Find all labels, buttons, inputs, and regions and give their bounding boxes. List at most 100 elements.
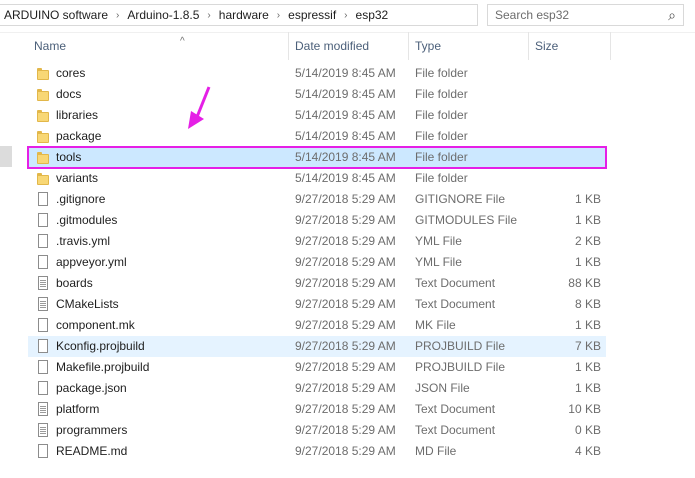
file-date: 9/27/2018 5:29 AM	[295, 234, 396, 248]
file-name: .gitmodules	[56, 213, 118, 227]
column-name-label: Name	[34, 39, 67, 53]
annotation-arrow-icon	[188, 86, 211, 129]
column-size-label: Size	[535, 39, 559, 53]
file-name: boards	[56, 276, 93, 290]
file-date: 5/14/2019 8:45 AM	[295, 150, 396, 164]
file-name: .travis.yml	[56, 234, 110, 248]
file-size	[535, 84, 601, 105]
file-name: platform	[56, 402, 100, 416]
file-type: YML File	[415, 234, 462, 248]
file-size	[535, 168, 601, 189]
file-row[interactable]: platform 9/27/2018 5:29 AM Text Document 10…	[28, 399, 606, 420]
folder-icon	[36, 87, 50, 102]
file-type: File folder	[415, 150, 468, 164]
file-type: File folder	[415, 129, 468, 143]
file-icon	[36, 360, 50, 375]
file-row[interactable]: libraries 5/14/2019 8:45 AM File folder	[28, 105, 606, 126]
file-size: 88 KB	[568, 276, 601, 290]
search-icon[interactable]: ⌕	[661, 7, 683, 24]
breadcrumb-item[interactable]: Arduino-1.8.5	[125, 8, 201, 22]
file-row[interactable]: Kconfig.projbuild 9/27/2018 5:29 AM PROJBU…	[28, 336, 606, 357]
column-header: Name ^ Date modified Type Size	[0, 32, 695, 60]
file-icon	[36, 381, 50, 396]
breadcrumb-separator-icon[interactable]: ›	[271, 10, 286, 21]
column-name[interactable]: Name ^	[28, 32, 289, 60]
breadcrumb-item[interactable]: hardware	[217, 8, 271, 22]
file-name: libraries	[56, 108, 99, 122]
column-type[interactable]: Type	[409, 32, 529, 60]
navigation-pane-edge	[0, 146, 12, 167]
file-name: CMakeLists	[56, 297, 119, 311]
file-date: 9/27/2018 5:29 AM	[295, 381, 396, 395]
text-file-icon	[36, 402, 50, 417]
file-size: 1 KB	[574, 318, 601, 332]
file-size	[535, 105, 601, 126]
file-row[interactable]: docs 5/14/2019 8:45 AM File folder	[28, 84, 606, 105]
column-date[interactable]: Date modified	[289, 32, 409, 60]
file-date: 5/14/2019 8:45 AM	[295, 87, 396, 101]
file-row[interactable]: .gitignore 9/27/2018 5:29 AM GITIGNORE Fil…	[28, 189, 606, 210]
file-row[interactable]: tools 5/14/2019 8:45 AM File folder	[27, 146, 607, 169]
breadcrumb[interactable]: ARDUINO software › Arduino-1.8.5 › hardware ›…	[0, 4, 478, 26]
column-size[interactable]: Size	[529, 32, 611, 60]
folder-icon	[36, 171, 50, 186]
file-date: 9/27/2018 5:29 AM	[295, 276, 396, 290]
file-name: programmers	[56, 423, 128, 437]
address-bar: ARDUINO software › Arduino-1.8.5 › hardware ›…	[0, 0, 695, 33]
file-type: GITMODULES File	[415, 213, 518, 227]
file-size: 1 KB	[574, 381, 601, 395]
file-row[interactable]: cores 5/14/2019 8:45 AM File folder	[28, 63, 606, 84]
file-row[interactable]: package 5/14/2019 8:45 AM File folder	[28, 126, 606, 147]
file-row[interactable]: CMakeLists 9/27/2018 5:29 AM Text Document…	[28, 294, 606, 315]
file-row[interactable]: variants 5/14/2019 8:45 AM File folder	[28, 168, 606, 189]
file-row[interactable]: appveyor.yml 9/27/2018 5:29 AM YML File 1 K…	[28, 252, 606, 273]
search-box[interactable]: ⌕	[487, 4, 684, 26]
folder-icon	[36, 66, 50, 81]
breadcrumb-separator-icon[interactable]: ›	[110, 10, 125, 21]
file-type: File folder	[415, 87, 468, 101]
file-row[interactable]: programmers 9/27/2018 5:29 AM Text Documen…	[28, 420, 606, 441]
file-size: 0 KB	[574, 423, 601, 437]
breadcrumb-item[interactable]: ARDUINO software	[2, 8, 110, 22]
file-size: 4 KB	[574, 444, 601, 458]
breadcrumb-separator-icon[interactable]: ›	[201, 10, 216, 21]
breadcrumb-item[interactable]: esp32	[354, 8, 391, 22]
file-row[interactable]: boards 9/27/2018 5:29 AM Text Document 88 K…	[28, 273, 606, 294]
file-name: .gitignore	[56, 192, 106, 206]
search-input[interactable]	[488, 7, 661, 23]
file-type: Text Document	[415, 297, 496, 311]
file-row[interactable]: README.md 9/27/2018 5:29 AM MD File 4 KB	[28, 441, 606, 462]
breadcrumb-separator-icon[interactable]: ›	[338, 10, 353, 21]
file-name: docs	[56, 87, 82, 101]
file-date: 9/27/2018 5:29 AM	[295, 444, 396, 458]
file-icon	[36, 234, 50, 249]
file-name: README.md	[56, 444, 128, 458]
file-row[interactable]: component.mk 9/27/2018 5:29 AM MK File 1 KB	[28, 315, 606, 336]
file-name: cores	[56, 66, 86, 80]
file-name: Makefile.projbuild	[56, 360, 150, 374]
file-date: 9/27/2018 5:29 AM	[295, 255, 396, 269]
file-row[interactable]: Makefile.projbuild 9/27/2018 5:29 AM PROJB…	[28, 357, 606, 378]
file-size	[535, 63, 601, 84]
file-size	[535, 147, 601, 168]
file-date: 9/27/2018 5:29 AM	[295, 297, 396, 311]
file-type: Text Document	[415, 423, 496, 437]
file-row[interactable]: .travis.yml 9/27/2018 5:29 AM YML File 2 KB	[28, 231, 606, 252]
file-row[interactable]: .gitmodules 9/27/2018 5:29 AM GITMODULES F…	[28, 210, 606, 231]
file-type: JSON File	[415, 381, 470, 395]
file-date: 9/27/2018 5:29 AM	[295, 213, 396, 227]
file-type: MK File	[415, 318, 456, 332]
file-date: 5/14/2019 8:45 AM	[295, 129, 396, 143]
file-type: Text Document	[415, 402, 496, 416]
file-date: 9/27/2018 5:29 AM	[295, 423, 396, 437]
file-type: File folder	[415, 108, 468, 122]
file-icon	[36, 213, 50, 228]
file-icon	[36, 339, 50, 354]
file-icon	[36, 444, 50, 459]
file-size: 1 KB	[574, 360, 601, 374]
column-date-label: Date modified	[295, 39, 370, 53]
file-type: File folder	[415, 66, 468, 80]
file-name: appveyor.yml	[56, 255, 127, 269]
file-row[interactable]: package.json 9/27/2018 5:29 AM JSON File 1 …	[28, 378, 606, 399]
breadcrumb-item[interactable]: espressif	[286, 8, 338, 22]
